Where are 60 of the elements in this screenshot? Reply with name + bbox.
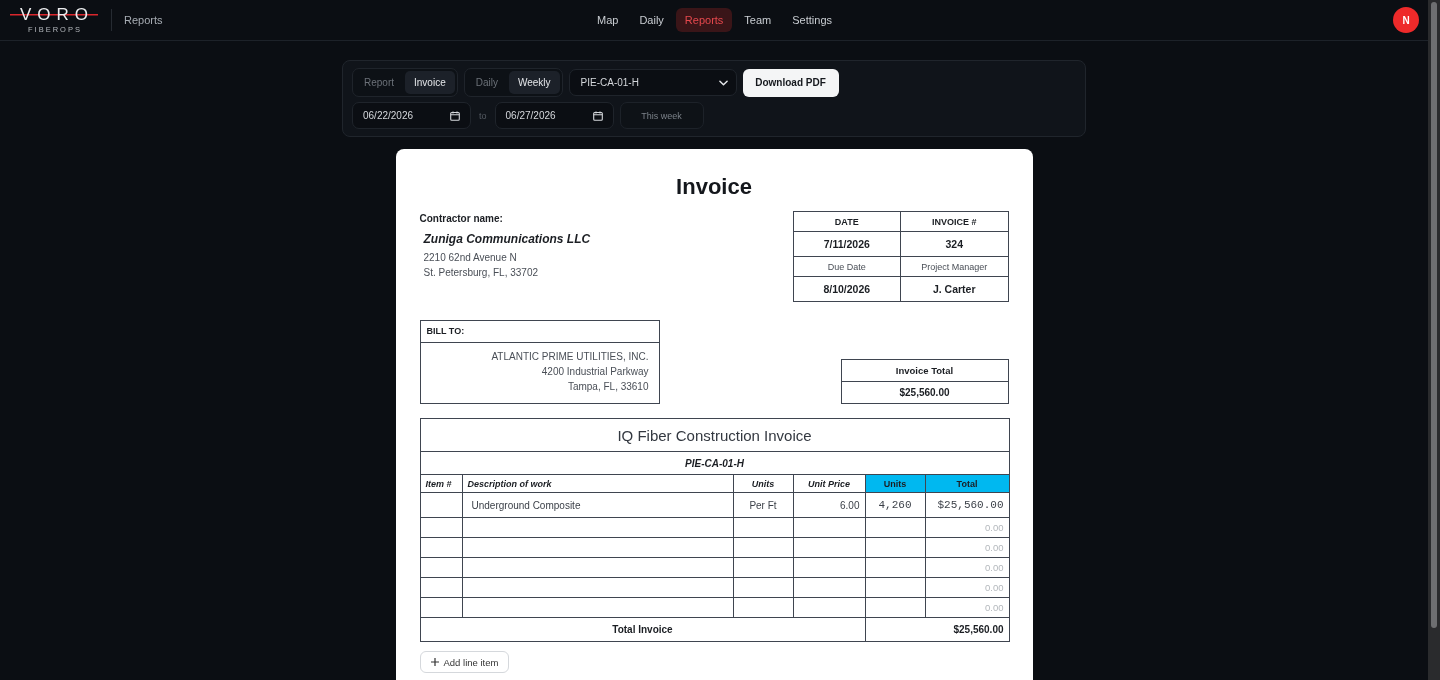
chevron-down-icon [718,79,728,86]
invoice-title: Invoice [675,173,753,201]
field-label: Contractor name: [419,213,504,224]
column-header: INVOICE # [900,211,1008,232]
nav-tab[interactable]: Map [587,8,628,32]
table-cell: Underground Composite [462,492,733,518]
column-header: DATE [793,211,901,232]
table-cell: J. Carter [900,276,1008,302]
column-header: Unit Price [793,474,865,493]
add-line-button[interactable]: Add line item [419,651,510,673]
contractor-name: Zuniga Communications LLC [423,232,591,246]
address-line: St. Petersburg, FL, 33702 [423,266,539,280]
table-cell: 4,260 [865,492,925,518]
period-tab[interactable]: Weekly [508,71,560,94]
table-cell: 0.00 [925,517,1010,538]
table-cell: 0.00 [925,537,1010,558]
table-cell: 0.00 [925,597,1010,618]
table-title: IQ Fiber Construction Invoice [420,418,1010,452]
address-line: 4200 Industrial Parkway [540,365,649,379]
total-label: Invoice Total [841,360,1008,382]
nav-tab[interactable]: Daily [630,8,673,32]
plus-icon [430,658,439,666]
date-field[interactable]: 06/22/2026 [352,102,471,129]
mode-tab[interactable]: Invoice [405,71,455,94]
project-select[interactable]: PIE-CA-01-H [568,69,737,96]
address-line: 2210 62nd Avenue N [423,251,518,265]
column-header: Description of work [462,474,733,493]
table-cell: $25,560.00 [925,492,1010,518]
total-amount: $25,560.00 [898,386,951,400]
table-cell: Project Manager [900,256,1008,277]
section-heading: BILL TO: [420,321,659,343]
calendar-icon [592,110,603,121]
nav-tab[interactable]: Settings [783,8,841,32]
preset-button[interactable]: This week [619,102,704,129]
table-cell: 324 [900,231,1008,257]
range-separator: to [479,110,487,121]
scrollbar-thumb[interactable] [1431,2,1437,628]
table-cell: 7/11/2026 [793,231,901,257]
nav-tab[interactable]: Team [735,8,781,32]
mode-tab[interactable]: Report [355,71,403,94]
project-code: PIE-CA-01-H [420,451,1010,475]
address-line: Tampa, FL, 33610 [566,380,649,394]
table-cell: 6.00 [793,492,865,518]
nav-tab[interactable]: Reports [675,8,733,32]
table-cell: 8/10/2026 [793,276,901,302]
calendar-icon [450,110,460,121]
date-field[interactable]: 06/27/2026 [494,102,614,129]
total-label: Total Invoice [420,617,865,642]
user-avatar[interactable]: N [1393,7,1419,33]
table-cell: Per Ft [733,492,793,518]
period-tab[interactable]: Daily [466,71,507,94]
address-line: ATLANTIC PRIME UTILITIES, INC. [490,350,649,364]
section-label: Reports [124,14,163,26]
total-amount: $25,560.00 [865,617,1010,642]
column-header: Item # [420,474,462,493]
table-cell: Due Date [793,256,901,277]
table-cell: 0.00 [925,557,1010,578]
column-header: Units [733,474,793,493]
table-cell: 0.00 [925,577,1010,598]
download-button[interactable]: Download PDF [742,68,839,97]
